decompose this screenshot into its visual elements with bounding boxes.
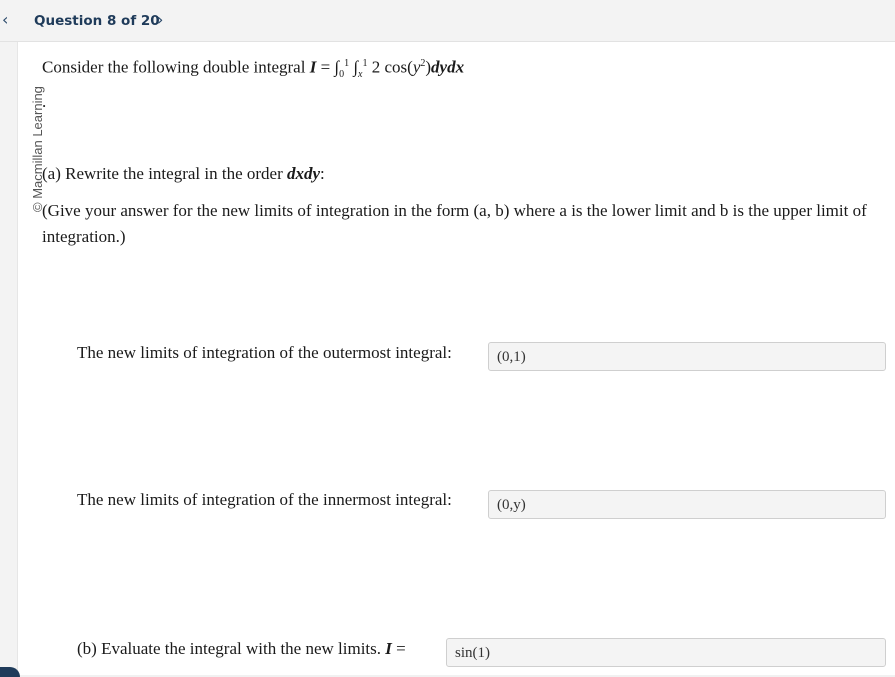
outer-limits-label: The new limits of integration of the out… <box>77 343 452 362</box>
part-b-text: (b) Evaluate the integral with the new l… <box>77 639 382 658</box>
part-b-heading: (b) Evaluate the integral with the new l… <box>77 636 406 662</box>
part-a-colon: : <box>320 164 325 183</box>
integral-variable: I <box>309 57 317 77</box>
part-a-heading: (a) Rewrite the integral in the order dx… <box>42 161 325 187</box>
instruction-line-1: (Give your answer for the new limits of … <box>42 201 867 220</box>
part-b-variable: I <box>385 639 392 658</box>
differentials: dydx <box>431 57 465 77</box>
part-a-text: (a) Rewrite the integral in the order <box>42 164 283 183</box>
instruction-line-2: integration.) <box>42 227 126 246</box>
part-b-equals: = <box>396 639 406 658</box>
inner-upper-limit: 1 <box>362 58 368 69</box>
intro-period: . <box>42 92 47 111</box>
integrand-exponent: 2 <box>420 58 426 69</box>
part-b-answer[interactable]: sin(1) <box>446 638 886 667</box>
inner-limits-label: The new limits of integration of the inn… <box>77 490 452 509</box>
inner-limits-answer[interactable]: (0,y) <box>488 490 886 519</box>
outer-lower-limit: 0 <box>339 69 345 81</box>
question-counter: Question 8 of 20 <box>34 13 160 29</box>
outer-upper-limit: 1 <box>344 58 350 69</box>
intro-text: Consider the following double integral <box>42 57 306 77</box>
inner-lower-limit: x <box>358 69 363 81</box>
equals-sign: = <box>320 57 331 77</box>
integrand-text: 2 cos <box>371 57 408 77</box>
chevron-left-icon[interactable]: ‹ <box>2 10 8 30</box>
top-bar: ‹ Question 8 of 20 › <box>0 0 895 42</box>
outer-limits-answer[interactable]: (0,1) <box>488 342 886 371</box>
chevron-right-icon[interactable]: › <box>157 10 163 30</box>
side-strip <box>0 42 18 675</box>
question-intro: Consider the following double integral I… <box>42 57 465 81</box>
part-a-order: dxdy <box>286 164 321 183</box>
